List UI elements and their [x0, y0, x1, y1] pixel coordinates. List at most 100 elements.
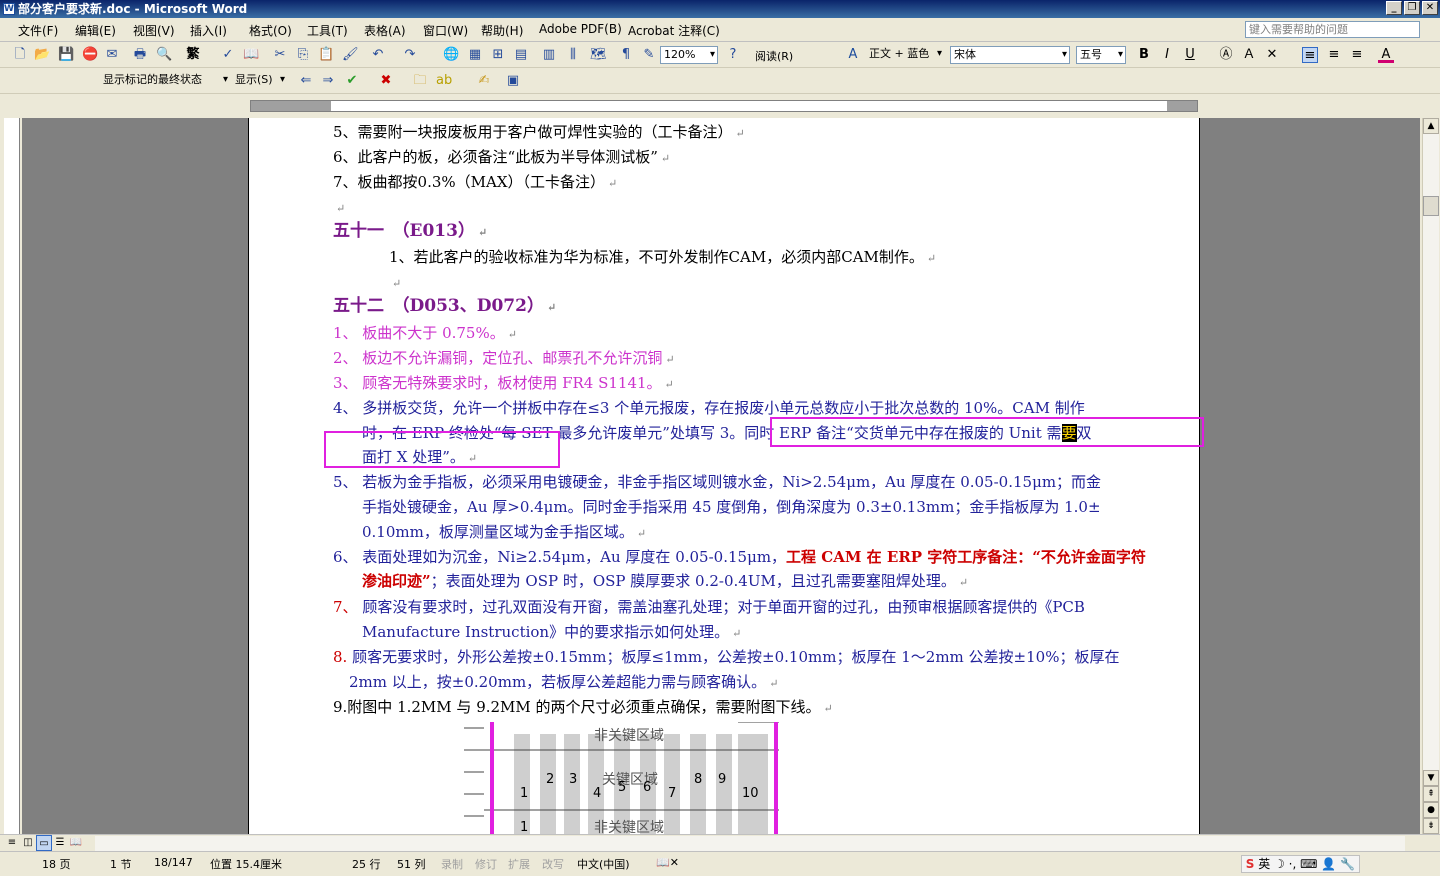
save-icon[interactable]: 💾: [58, 47, 74, 63]
italic-button[interactable]: I: [1159, 47, 1175, 63]
underline-button[interactable]: U: [1182, 47, 1198, 63]
horizontal-scroll-track[interactable]: [95, 836, 1405, 851]
ime-user-icon[interactable]: 👤: [1321, 857, 1336, 871]
close-button[interactable]: ✕: [1422, 1, 1438, 15]
accept-change-icon[interactable]: ✔: [344, 73, 360, 89]
menu-insert[interactable]: 插入(I): [190, 22, 227, 39]
outline-view-icon[interactable]: ☰: [52, 835, 68, 851]
next-change-icon[interactable]: ⇒: [320, 73, 336, 89]
menu-edit[interactable]: 编辑(E): [75, 22, 116, 39]
ime-keyboard-icon[interactable]: ⌨: [1300, 857, 1317, 871]
menu-acrobat-comments[interactable]: Acrobat 注释(C): [628, 22, 720, 39]
document-map-icon[interactable]: 🗺: [590, 47, 607, 63]
menu-tools[interactable]: 工具(T): [307, 22, 348, 39]
status-record[interactable]: 录制: [441, 856, 463, 872]
undo-icon[interactable]: ↶: [370, 47, 386, 63]
browse-object-button[interactable]: ●: [1423, 802, 1439, 818]
cut-icon[interactable]: ✂: [272, 47, 288, 63]
menu-table[interactable]: 表格(A): [364, 22, 406, 39]
spelling-icon[interactable]: ✓: [220, 47, 236, 63]
insert-excel-icon[interactable]: ▤: [513, 47, 529, 63]
drawing-icon[interactable]: ⫼: [565, 47, 581, 63]
research-icon[interactable]: 📖: [243, 47, 259, 63]
minimize-button[interactable]: _: [1386, 1, 1402, 15]
align-left-icon[interactable]: ≡: [1302, 47, 1318, 63]
web-view-icon[interactable]: ◫: [20, 835, 36, 851]
markup-state-select[interactable]: 显示标记的最终状态: [100, 72, 230, 90]
previous-change-icon[interactable]: ⇐: [298, 73, 314, 89]
scroll-up-button[interactable]: ▲: [1423, 118, 1439, 134]
columns-icon[interactable]: ▥: [541, 47, 557, 63]
horizontal-scrollbar[interactable]: ≡ ◫ ▭ ☰ 📖: [0, 834, 1440, 851]
help-search-input[interactable]: 键入需要帮助的问题: [1245, 21, 1420, 38]
print-icon[interactable]: 🖶: [132, 47, 148, 63]
align-center-icon[interactable]: ≡: [1326, 47, 1342, 63]
panel-diagram[interactable]: 非关键区域 关键区域 非关键区域 1 2 3 4 5 6 7 8 9 10 1: [454, 721, 794, 834]
sogou-ime-icon[interactable]: S: [1246, 857, 1255, 871]
align-right-icon[interactable]: ≡: [1349, 47, 1365, 63]
menu-window[interactable]: 窗口(W): [423, 22, 468, 39]
normal-view-icon[interactable]: ≡: [4, 835, 20, 851]
document-page[interactable]: 5、需要附一块报废板用于客户做可焊性实验的（工卡备注） ↵ 6、此客户的板，必须备…: [248, 118, 1200, 834]
font-size-select[interactable]: 五号: [1076, 46, 1126, 64]
doc-line-7: 7、板曲都按0.3%（MAX）（工卡备注） ↵: [333, 173, 618, 191]
insert-table-icon[interactable]: ⊞: [490, 47, 506, 63]
status-overtype[interactable]: 改写: [542, 856, 564, 872]
email-icon[interactable]: ✉: [104, 47, 120, 63]
traditional-chinese-icon[interactable]: 繁: [185, 47, 201, 63]
ime-settings-icon[interactable]: 🔧: [1340, 857, 1355, 871]
menu-format[interactable]: 格式(O): [249, 22, 292, 39]
print-preview-icon[interactable]: 🔍: [156, 47, 172, 63]
zoom-select[interactable]: 120%: [660, 46, 718, 64]
print-layout-icon[interactable]: ▭: [36, 835, 52, 851]
paste-icon[interactable]: 📋: [318, 47, 334, 63]
format-painter-icon[interactable]: 🖌: [342, 47, 359, 63]
ime-moon-icon[interactable]: ☽: [1274, 857, 1285, 871]
help-icon[interactable]: ?: [725, 47, 741, 63]
permission-icon[interactable]: ⛔: [82, 47, 98, 63]
ime-punct-icon[interactable]: ·,: [1289, 857, 1297, 871]
spelling-status-icon[interactable]: 📖✕: [656, 856, 679, 869]
menu-view[interactable]: 视图(V): [133, 22, 175, 39]
new-document-icon[interactable]: 🗋: [12, 47, 28, 63]
menu-adobe-pdf[interactable]: Adobe PDF(B): [539, 22, 622, 36]
redo-icon[interactable]: ↷: [402, 47, 418, 63]
font-color-button[interactable]: A: [1378, 47, 1394, 63]
bold-button[interactable]: B: [1136, 47, 1152, 63]
status-extend[interactable]: 扩展: [508, 856, 530, 872]
restore-button[interactable]: ❐: [1404, 1, 1420, 15]
ime-toolbar[interactable]: S 英 ☽ ·, ⌨ 👤 🔧: [1240, 855, 1360, 873]
show-hide-icon[interactable]: ¶: [618, 47, 634, 63]
word-app-icon[interactable]: W: [3, 3, 15, 15]
emphasis-icon[interactable]: ✕: [1264, 47, 1280, 63]
vertical-scrollbar[interactable]: ▲ ▼ ⇞ ● ⇟: [1422, 118, 1439, 834]
next-page-button[interactable]: ⇟: [1423, 818, 1439, 834]
hyperlink-icon[interactable]: 🌐: [443, 47, 459, 63]
open-icon[interactable]: 📂: [34, 47, 50, 63]
reading-view-icon[interactable]: 📖: [68, 835, 84, 851]
char-border-icon[interactable]: Ⓐ: [1218, 47, 1234, 63]
menu-file[interactable]: 文件(F): [18, 22, 58, 39]
menu-help[interactable]: 帮助(H): [481, 22, 523, 39]
draw-icon[interactable]: ✎: [641, 47, 657, 63]
reject-change-icon[interactable]: ✖: [378, 73, 394, 89]
styles-pane-icon[interactable]: A: [845, 47, 861, 63]
scroll-thumb[interactable]: [1423, 196, 1439, 216]
previous-page-button[interactable]: ⇞: [1423, 786, 1439, 802]
vertical-ruler[interactable]: [4, 118, 20, 834]
status-track-changes[interactable]: 修订: [475, 856, 497, 872]
font-select[interactable]: 宋体: [950, 46, 1070, 64]
highlight-icon[interactable]: ab: [436, 73, 452, 89]
track-changes-icon[interactable]: ✍: [476, 73, 492, 89]
horizontal-ruler[interactable]: [0, 96, 1440, 116]
style-select[interactable]: 正文 + 蓝色: [866, 46, 944, 64]
scroll-down-button[interactable]: ▼: [1423, 770, 1439, 786]
ime-language[interactable]: 英: [1258, 857, 1270, 871]
new-comment-icon[interactable]: 🗀: [412, 73, 428, 89]
reviewing-pane-icon[interactable]: ▣: [505, 73, 521, 89]
tables-borders-icon[interactable]: ▦: [467, 47, 483, 63]
copy-icon[interactable]: ⎘: [295, 47, 311, 63]
read-mode-button[interactable]: 阅读(R): [755, 48, 793, 64]
char-shading-icon[interactable]: Ａ: [1241, 47, 1257, 63]
show-markup-menu[interactable]: 显示(S): [232, 72, 287, 90]
